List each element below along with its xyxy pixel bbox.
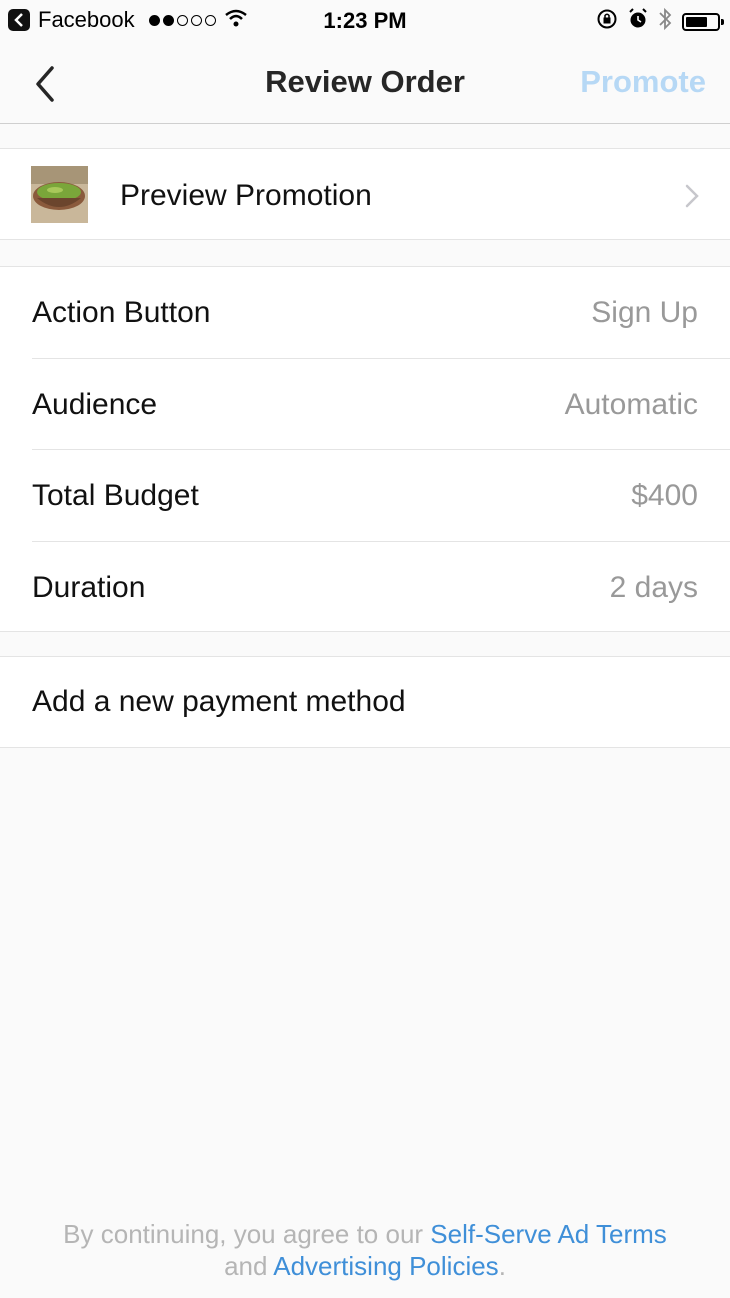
advertising-policies-link[interactable]: Advertising Policies — [273, 1251, 498, 1281]
detail-value: Sign Up — [591, 296, 698, 329]
detail-label: Duration — [32, 570, 146, 604]
battery-icon — [682, 13, 724, 31]
add-payment-method-row[interactable]: Add a new payment method — [0, 656, 730, 748]
detail-row-audience[interactable]: Audience Automatic — [0, 359, 730, 450]
add-payment-method-label[interactable]: Add a new payment method — [32, 685, 406, 719]
detail-label: Audience — [32, 387, 158, 421]
bluetooth-icon — [658, 7, 672, 37]
detail-label: Total Budget — [32, 479, 199, 512]
navigation-bar: Review Order Promote — [0, 40, 730, 124]
detail-row-duration[interactable]: Duration 2 days — [0, 542, 730, 634]
terms-prefix: By continuing, you agree to our — [63, 1219, 431, 1249]
detail-value: 2 days — [609, 570, 698, 604]
detail-value: $400 — [631, 479, 698, 512]
terms-footer: By continuing, you agree to our Self-Ser… — [0, 1218, 730, 1282]
order-details-list: Action Button Sign Up Audience Automatic… — [0, 266, 730, 632]
terms-suffix: . — [498, 1251, 506, 1281]
detail-label: Action Button — [32, 296, 211, 329]
detail-row-action-button[interactable]: Action Button Sign Up — [0, 267, 730, 359]
preview-promotion-row[interactable]: Preview Promotion — [0, 148, 730, 240]
rotation-lock-icon — [596, 8, 618, 36]
status-bar: Facebook 1:23 PM — [0, 0, 730, 40]
promotion-thumbnail — [31, 166, 88, 223]
self-serve-ad-terms-link[interactable]: Self-Serve Ad Terms — [430, 1219, 667, 1249]
detail-value: Automatic — [564, 387, 698, 421]
detail-row-total-budget[interactable]: Total Budget $400 — [0, 450, 730, 542]
chevron-right-icon — [684, 183, 700, 209]
terms-joiner: and — [224, 1251, 274, 1281]
preview-promotion-label: Preview Promotion — [120, 179, 372, 212]
status-right — [596, 7, 724, 37]
alarm-icon — [628, 8, 648, 36]
promote-button[interactable]: Promote — [580, 64, 706, 100]
